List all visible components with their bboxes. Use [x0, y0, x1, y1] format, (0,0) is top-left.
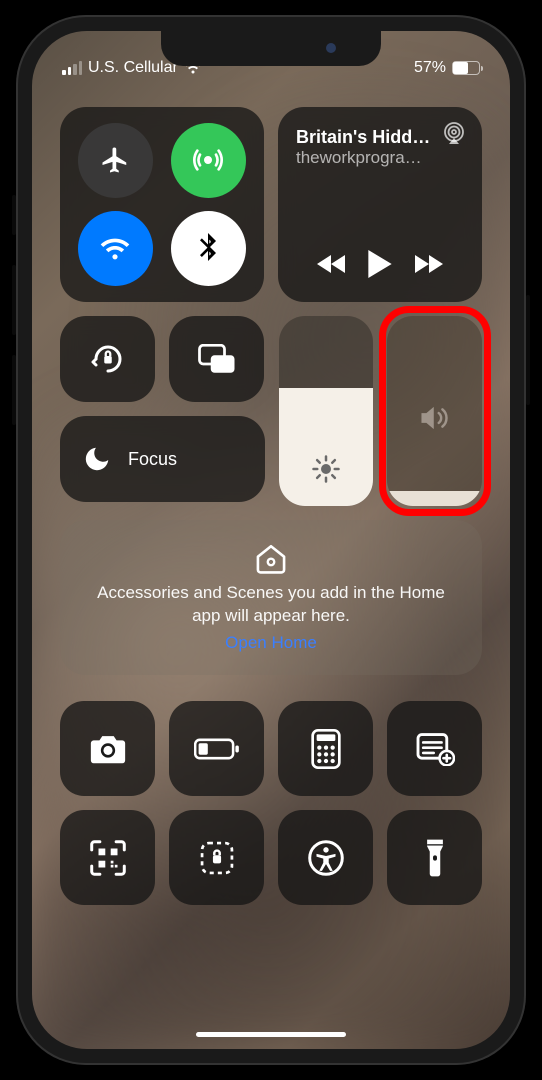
moon-icon — [82, 444, 112, 474]
camera-button[interactable] — [60, 701, 155, 796]
low-power-mode-button[interactable] — [169, 701, 264, 796]
wifi-button[interactable] — [78, 211, 153, 286]
guided-access-button[interactable] — [169, 810, 264, 905]
airplane-mode-button[interactable] — [78, 123, 153, 198]
speaker-icon — [419, 404, 451, 432]
volume-slider[interactable] — [387, 316, 482, 506]
cellular-signal-icon — [62, 61, 82, 75]
bluetooth-button[interactable] — [171, 211, 246, 286]
play-button[interactable] — [368, 250, 392, 278]
brightness-icon — [311, 454, 341, 484]
media-title: Britain's Hidd… — [296, 127, 464, 148]
connectivity-panel[interactable] — [60, 107, 264, 302]
calculator-button[interactable] — [278, 701, 373, 796]
home-message: Accessories and Scenes you add in the Ho… — [88, 582, 454, 628]
flashlight-button[interactable] — [387, 810, 482, 905]
focus-button[interactable]: Focus — [60, 416, 265, 502]
screen: U.S. Cellular 57% — [32, 31, 510, 1049]
cellular-data-button[interactable] — [171, 123, 246, 198]
forward-button[interactable] — [413, 253, 443, 275]
media-subtitle: theworkprogra… — [296, 148, 464, 168]
qr-scanner-button[interactable] — [60, 810, 155, 905]
airplay-icon[interactable] — [442, 121, 466, 145]
quick-note-button[interactable] — [387, 701, 482, 796]
accessibility-button[interactable] — [278, 810, 373, 905]
orientation-lock-button[interactable] — [60, 316, 155, 402]
brightness-slider[interactable] — [279, 316, 373, 506]
notch — [161, 31, 381, 66]
focus-label: Focus — [128, 449, 177, 470]
home-icon — [254, 542, 288, 574]
screen-mirroring-button[interactable] — [169, 316, 264, 402]
battery-icon — [452, 61, 480, 75]
open-home-link[interactable]: Open Home — [225, 633, 317, 653]
carrier-label: U.S. Cellular — [88, 59, 178, 77]
rewind-button[interactable] — [317, 253, 347, 275]
phone-frame: U.S. Cellular 57% — [16, 15, 526, 1065]
home-indicator[interactable] — [196, 1032, 346, 1037]
battery-percent: 57% — [414, 59, 446, 77]
home-placeholder-panel[interactable]: Accessories and Scenes you add in the Ho… — [60, 520, 482, 675]
media-panel[interactable]: Britain's Hidd… theworkprogra… — [278, 107, 482, 302]
